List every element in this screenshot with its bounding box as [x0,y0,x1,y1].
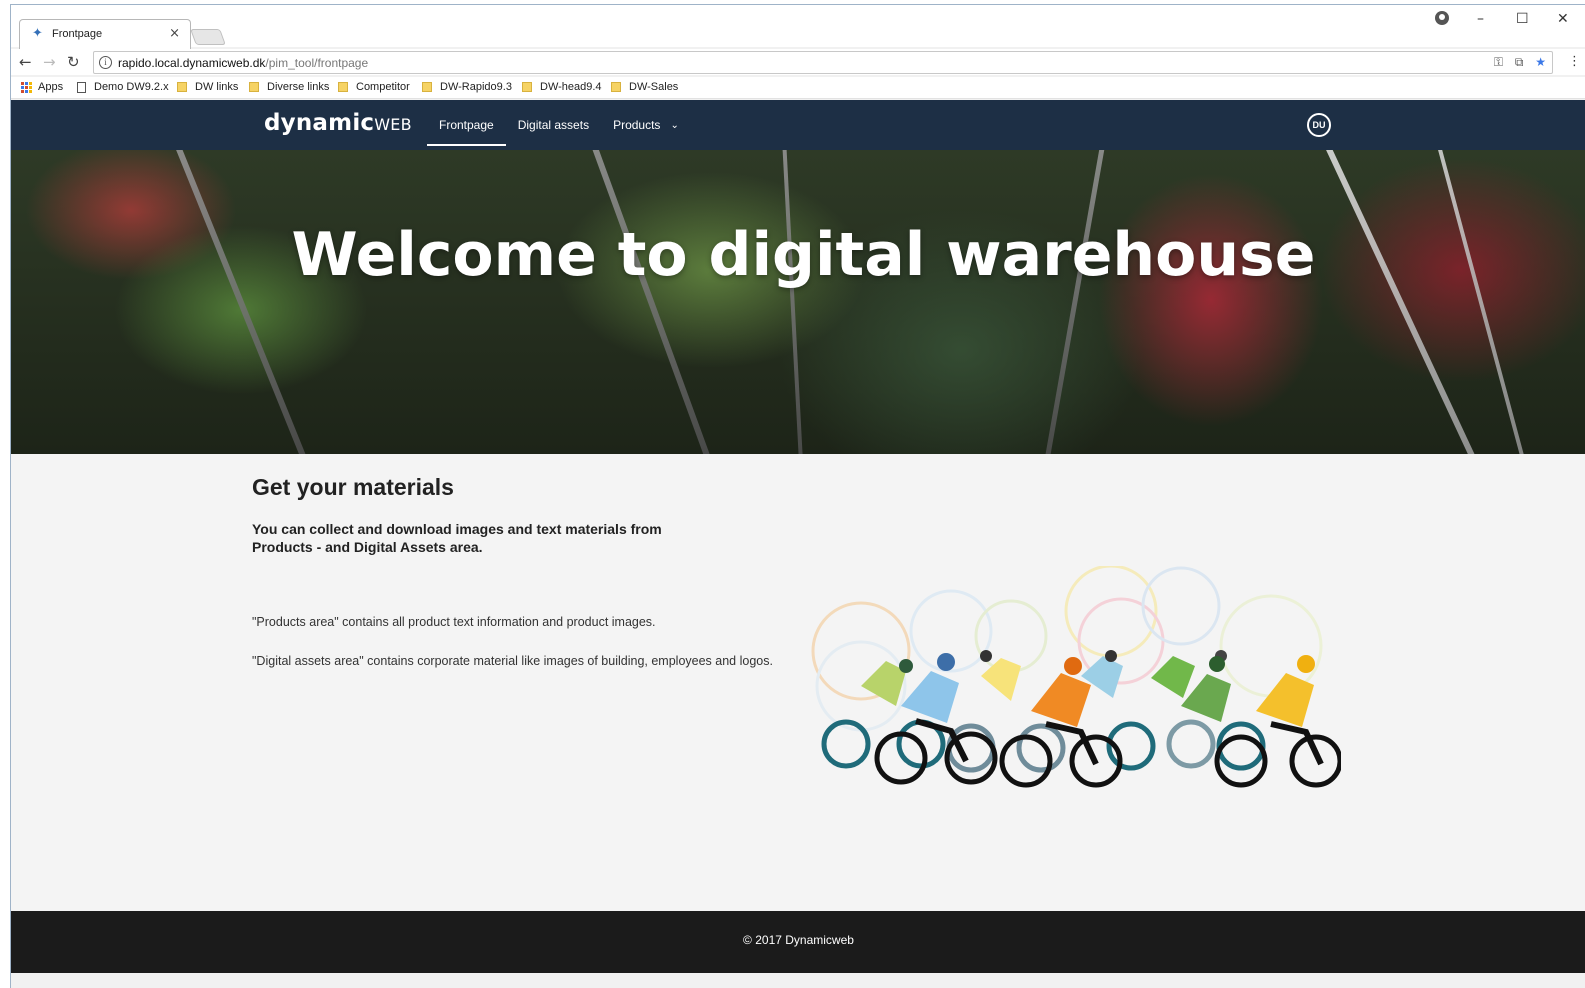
bookmark-competitor[interactable]: Competitor [338,81,410,93]
url-path: /pim_tool/frontpage [265,56,369,70]
bookmark-apps[interactable]: Apps [21,81,63,93]
folder-icon [249,82,259,92]
bookmark-label: Competitor [356,81,410,93]
bookmark-label: DW-head9.4 [540,81,602,93]
address-bar[interactable]: i rapido.local.dynamicweb.dk/pim_tool/fr… [93,51,1553,74]
folder-icon [422,82,432,92]
chevron-down-icon: ⌄ [670,119,679,131]
key-icon[interactable]: ⚿ [1494,55,1503,69]
bookmark-dw-head[interactable]: DW-head9.4 [522,81,602,93]
products-area-text: "Products area" contains all product tex… [252,615,656,629]
bookmark-dw-links[interactable]: DW links [177,81,238,93]
page-icon [77,81,86,93]
new-tab-button[interactable] [190,29,226,45]
nav-frontpage[interactable]: Frontpage [427,100,506,150]
url-host: rapido.local.dynamicweb.dk [118,56,266,70]
folder-icon [611,82,621,92]
folder-icon [522,82,532,92]
bookmark-label: Diverse links [267,81,330,93]
site-header: dynamicweb Frontpage Digital assets Prod… [11,100,1585,150]
bookmarks-bar: Apps Demo DW9.2.x DW links Diverse links… [11,77,1585,99]
maximize-button[interactable]: ☐ [1516,11,1529,27]
tab-title: Frontpage [52,28,103,40]
digital-assets-area-text: "Digital assets area" contains corporate… [252,654,773,668]
info-icon[interactable]: i [99,56,112,69]
bookmark-label: Apps [38,81,64,93]
hero-title: Welcome to digital warehouse [291,220,1316,290]
apps-grid-icon [21,81,32,93]
nav-products[interactable]: Products ⌄ [601,100,691,150]
lead-text: You can collect and download images and … [252,521,662,555]
omnibox-icons: ⚿ ⧉ ★ [1494,55,1546,70]
bookmark-label: DW links [195,81,239,93]
back-arrow-icon[interactable]: ← [19,53,32,71]
copyright-text: © 2017 Dynamicweb [743,933,854,947]
browser-toolbar: ← → ↻ i rapido.local.dynamicweb.dk/pim_t… [11,49,1585,75]
cyclists-illustration [811,566,1341,788]
logo-main: dynamic [264,110,375,136]
nav-digital-assets[interactable]: Digital assets [506,100,601,150]
menu-icon[interactable]: ⋮ [1568,54,1581,69]
section-heading: Get your materials [252,474,454,500]
hero-spoke [173,150,315,454]
forward-arrow-icon[interactable]: → [43,53,56,71]
folder-icon [177,82,187,92]
hero-banner: Welcome to digital warehouse [11,150,1585,454]
bookmark-dw-sales[interactable]: DW-Sales [611,81,678,93]
main-content: Get your materials You can collect and d… [11,454,1585,911]
minimize-button[interactable]: – [1477,11,1484,27]
site-footer: © 2017 Dynamicweb [11,911,1585,973]
main-nav: Frontpage Digital assets Products ⌄ [427,100,691,150]
bookmark-diverse-links[interactable]: Diverse links [249,81,329,93]
folder-icon [338,82,348,92]
bookmark-demo[interactable]: Demo DW9.2.x [77,81,169,93]
bookmark-label: Demo DW9.2.x [94,81,169,93]
hero-spoke [589,150,719,454]
tab-strip: ✦ Frontpage × – ☐ ✕ [11,5,1585,49]
close-window-button[interactable]: ✕ [1557,11,1569,27]
user-avatar[interactable]: DU [1307,113,1331,137]
bookmark-dw-rapido[interactable]: DW-Rapido9.3 [422,81,512,93]
star-icon[interactable]: ★ [1535,55,1546,69]
dynamicweb-logo[interactable]: dynamicweb [264,110,412,136]
nav-products-label: Products [613,118,661,132]
favicon-icon: ✦ [32,26,43,41]
browser-window: ✦ Frontpage × – ☐ ✕ ← → ↻ i rapido.local… [10,4,1585,988]
tab-frontpage[interactable]: ✦ Frontpage × [19,19,191,49]
url-text[interactable]: rapido.local.dynamicweb.dk/pim_tool/fron… [118,56,368,70]
tab-close-icon[interactable]: × [169,26,180,41]
hero-spoke [1041,150,1106,454]
translate-icon[interactable]: ⧉ [1515,55,1524,69]
hero-spoke [782,150,804,454]
profile-icon[interactable] [1435,11,1449,25]
logo-suffix: web [374,110,412,136]
hero-spoke [1320,150,1488,454]
reload-icon[interactable]: ↻ [67,53,80,71]
bookmark-label: DW-Sales [629,81,679,93]
bookmark-label: DW-Rapido9.3 [440,81,512,93]
